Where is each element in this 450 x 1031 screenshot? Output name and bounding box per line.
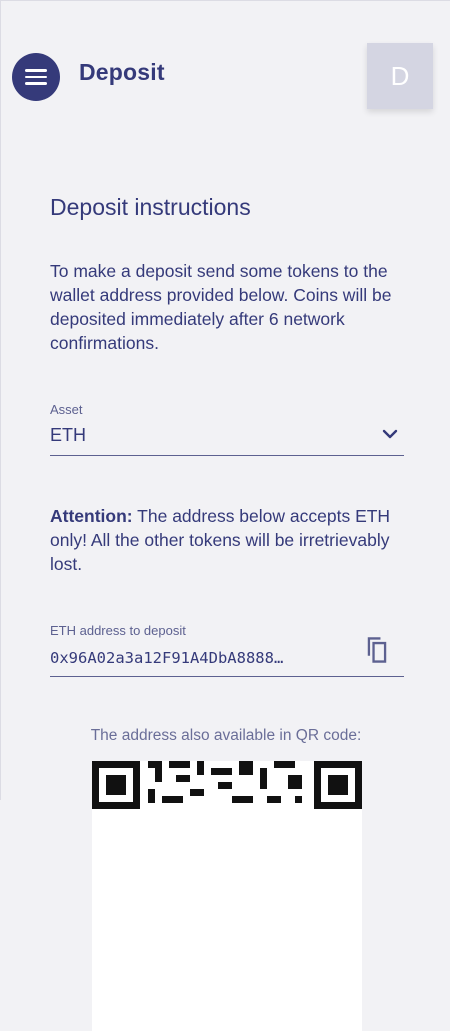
deposit-address-field[interactable]: 0x96A02a3a12F91A4DbA8888… (50, 649, 350, 667)
asset-label: Asset (50, 402, 83, 417)
asset-select-underline (50, 455, 404, 456)
chevron-down-icon[interactable] (381, 427, 399, 441)
hamburger-menu-icon (25, 69, 47, 85)
attention-notice: Attention: The address below accepts ETH… (50, 504, 400, 576)
deposit-address-qr-code (92, 761, 362, 1031)
attention-label: Attention: (50, 506, 133, 526)
qr-caption: The address also available in QR code: (90, 727, 362, 744)
avatar[interactable]: D (367, 43, 433, 109)
deposit-instructions-text: To make a deposit send some tokens to th… (50, 261, 392, 353)
address-field-underline (50, 676, 404, 677)
page-title: Deposit (79, 59, 165, 85)
address-label: ETH address to deposit (50, 623, 186, 638)
app-header: Deposit D (1, 1, 450, 151)
asset-select-value[interactable]: ETH (50, 425, 86, 446)
section-title: Deposit instructions (50, 194, 251, 220)
copy-icon[interactable] (363, 635, 391, 665)
menu-button[interactable] (12, 53, 60, 101)
